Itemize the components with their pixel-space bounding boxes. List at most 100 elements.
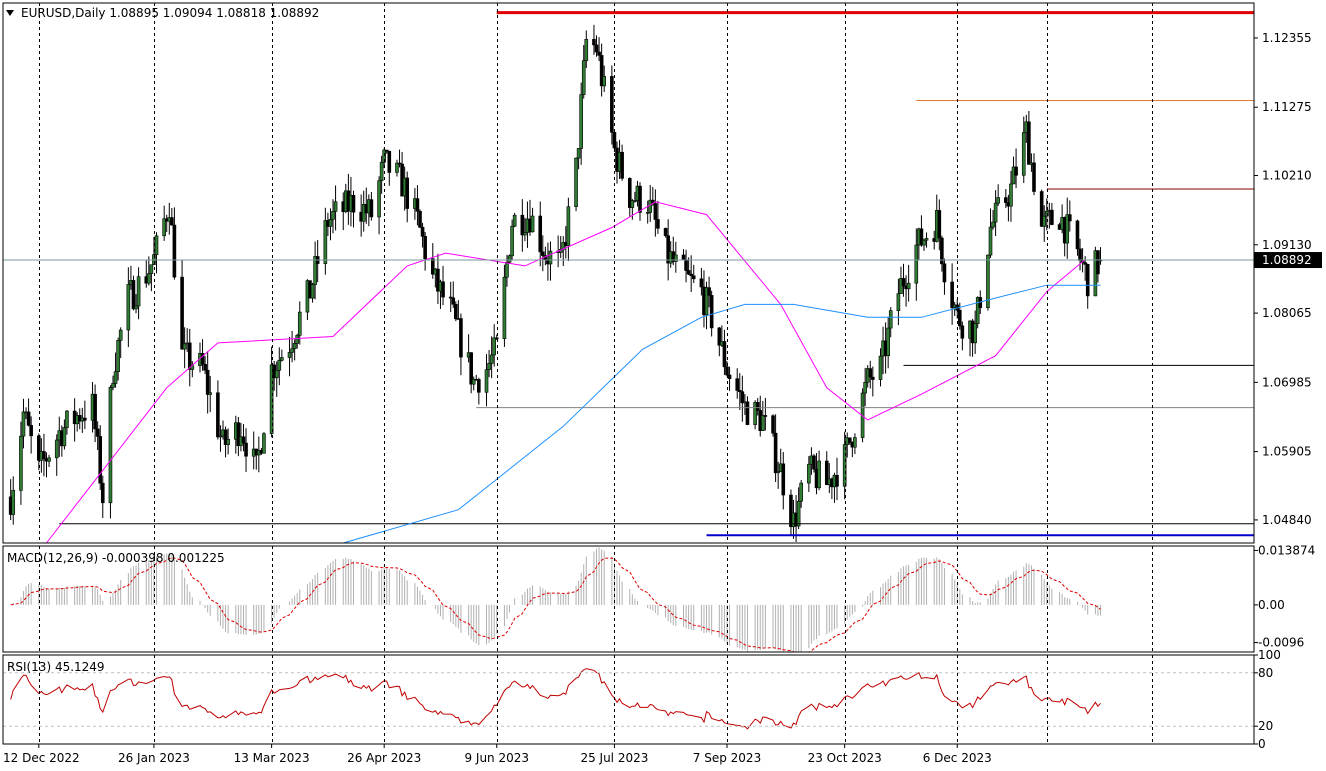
candle-body xyxy=(914,244,919,284)
candle-body xyxy=(1078,248,1082,261)
candle-body xyxy=(203,363,207,371)
rsi-tick-label: 20 xyxy=(1258,719,1273,733)
time-tick-label: 23 Oct 2023 xyxy=(808,751,882,765)
candle-body xyxy=(274,369,279,379)
candle-body xyxy=(147,273,151,284)
candle-body xyxy=(208,392,213,395)
candle-body xyxy=(29,425,33,437)
candle-body xyxy=(310,284,315,299)
candle-body xyxy=(19,435,23,491)
candle-body xyxy=(709,295,714,329)
candle-body xyxy=(922,239,926,246)
candle-body xyxy=(691,275,696,280)
candle-body xyxy=(510,225,514,257)
candle-body xyxy=(379,161,384,182)
candle-body xyxy=(131,280,136,310)
candle-body xyxy=(1075,220,1080,250)
candle-body xyxy=(108,387,113,504)
candle-body xyxy=(988,226,993,256)
candle-body xyxy=(727,374,732,379)
candle-body xyxy=(487,363,491,370)
rsi-header: RSI(13) 45.1249 xyxy=(7,660,105,674)
candle-body xyxy=(878,355,883,380)
candle-body xyxy=(761,415,765,431)
candle-body xyxy=(638,185,642,213)
candle-body xyxy=(1014,166,1018,176)
candle-body xyxy=(745,401,750,425)
time-tick-label: 13 Mar 2023 xyxy=(234,751,310,765)
time-tick-label: 9 Jun 2023 xyxy=(464,751,529,765)
candle-body xyxy=(996,197,1000,204)
candle-body xyxy=(763,415,768,417)
candle-body xyxy=(451,297,456,305)
candle-body xyxy=(65,410,69,428)
candle-body xyxy=(540,251,545,256)
candle-body xyxy=(502,276,507,339)
candle-body xyxy=(287,352,292,358)
time-tick-label: 25 Jul 2023 xyxy=(580,751,648,765)
candle-body xyxy=(1009,183,1013,207)
candle-body xyxy=(83,417,87,421)
candle-body xyxy=(597,51,601,56)
candle-body xyxy=(656,219,660,229)
candle-body xyxy=(172,224,177,278)
candle-body xyxy=(292,343,297,350)
candle-body xyxy=(170,217,174,226)
candle-body xyxy=(722,341,727,368)
candle-body xyxy=(1021,132,1026,176)
candle-body xyxy=(991,221,995,228)
candle-body xyxy=(62,427,67,447)
time-tick-label: 26 Apr 2023 xyxy=(347,751,421,765)
chart[interactable]: 12 Dec 2022 26 Jan 2023 13 Mar 2023 26 Apr … xyxy=(0,0,1326,771)
candle-body xyxy=(579,94,583,149)
rsi-tick-label: 80 xyxy=(1258,666,1273,680)
candle-body xyxy=(707,287,711,296)
price-tick-label: 1.12355 xyxy=(1262,31,1312,45)
candle-body xyxy=(523,232,527,236)
candle-body xyxy=(226,438,230,445)
candle-body xyxy=(21,411,26,437)
macd-tick-label: 0.013874 xyxy=(1258,543,1315,557)
candle-body xyxy=(548,250,553,265)
candle-body xyxy=(98,436,103,484)
candle-body xyxy=(295,334,300,344)
rsi-tick-label: 0 xyxy=(1258,737,1266,751)
candle-body xyxy=(653,203,658,220)
price-tick-label: 1.09130 xyxy=(1262,238,1312,252)
candle-body xyxy=(1032,162,1036,192)
candle-body xyxy=(681,254,686,260)
candle-body xyxy=(538,215,543,253)
candle-body xyxy=(896,293,901,311)
price-tick-label: 1.11275 xyxy=(1262,100,1312,114)
price-tick-label: 1.06985 xyxy=(1262,375,1312,389)
candle-body xyxy=(26,411,31,426)
candle-body xyxy=(154,235,159,256)
candle-body xyxy=(755,402,760,411)
candle-body xyxy=(216,392,220,438)
rsi-tick-label: 100 xyxy=(1258,648,1281,662)
candle-body xyxy=(126,284,131,331)
candle-body xyxy=(369,199,374,218)
candle-body xyxy=(351,195,356,213)
candle-body xyxy=(116,340,120,372)
candle-body xyxy=(477,379,481,393)
candle-body xyxy=(812,455,816,470)
candle-body xyxy=(331,211,335,220)
candle-body xyxy=(924,238,929,241)
candle-body xyxy=(505,261,509,278)
candle-body xyxy=(423,235,427,259)
candle-body xyxy=(781,463,786,496)
candle-body xyxy=(11,490,16,515)
candle-body xyxy=(592,38,596,46)
candle-body xyxy=(297,311,302,336)
candle-body xyxy=(441,281,445,298)
current-price-label: 1.08892 xyxy=(1262,253,1312,267)
candle-body xyxy=(771,415,775,434)
candle-body xyxy=(484,369,489,393)
time-tick-label: 12 Dec 2022 xyxy=(3,751,80,765)
candle-body xyxy=(280,357,284,361)
price-tick-label: 1.08065 xyxy=(1262,306,1312,320)
candle-body xyxy=(54,439,59,459)
candle-body xyxy=(182,343,187,350)
price-tick-label: 1.05905 xyxy=(1262,445,1312,459)
